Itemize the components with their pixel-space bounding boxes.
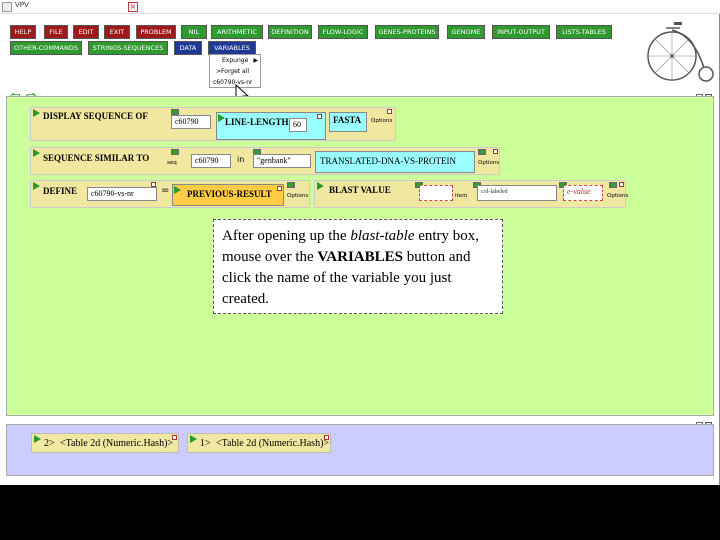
previous-result-label: PREVIOUS-RESULT — [187, 189, 272, 199]
similar-arg-field[interactable]: c60790 — [191, 154, 231, 168]
problem-button[interactable]: PROBLEM — [136, 25, 176, 39]
options-link[interactable]: Options — [478, 160, 499, 166]
definition-button[interactable]: DEFINITION — [268, 25, 312, 39]
expand-icon[interactable] — [171, 149, 179, 155]
result-index: 2> — [44, 438, 55, 449]
seq-hint: seq — [167, 160, 177, 166]
execute-arrow-icon[interactable] — [174, 186, 181, 194]
execute-arrow-icon[interactable] — [34, 435, 41, 443]
line-length-value-field[interactable]: 60 — [289, 118, 307, 132]
callout-bold: VARIABLES — [317, 249, 403, 265]
close-icon[interactable] — [493, 149, 498, 154]
execute-arrow-icon[interactable] — [190, 435, 197, 443]
define-box[interactable]: DEFINE c60790-vs-nr = PREVIOUS-RESULT Op… — [30, 180, 310, 208]
input-output-button[interactable]: INPUT-OUTPUT — [492, 25, 550, 39]
results-panel: 2> <Table 2d (Numeric.Hash)> 1> <Table 2… — [6, 424, 714, 476]
translated-dna-vs-protein-option[interactable]: TRANSLATED-DNA-VS-PROTEIN — [315, 151, 475, 173]
result-text: <Table 2d (Numeric.Hash)> — [60, 438, 174, 449]
close-icon[interactable]: × — [128, 2, 138, 12]
application-window: VPV × HELP FILE EDIT EXIT PROBLEM NIL AR… — [0, 0, 720, 485]
close-icon[interactable] — [619, 182, 624, 187]
fasta-label: FASTA — [333, 115, 362, 125]
variables-button[interactable]: VARIABLES — [208, 41, 256, 55]
item-hint: item — [455, 193, 468, 199]
screen: VPV × HELP FILE EDIT EXIT PROBLEM NIL AR… — [0, 0, 720, 540]
execute-arrow-icon[interactable] — [317, 182, 324, 190]
arithmetic-button[interactable]: ARITHMETIC — [211, 25, 263, 39]
execute-arrow-icon[interactable] — [33, 182, 40, 190]
define-label: DEFINE — [43, 186, 78, 196]
line-length-label: LINE-LENGTH — [225, 117, 289, 127]
fasta-option[interactable]: FASTA — [329, 112, 367, 132]
database-field[interactable]: "genbank" — [253, 154, 311, 168]
title-bar: VPV × — [0, 0, 720, 14]
expand-icon[interactable] — [609, 182, 617, 188]
window-title: VPV — [15, 1, 29, 9]
other-commands-button[interactable]: OTHER-COMMANDS — [10, 41, 82, 55]
help-button[interactable]: HELP — [10, 25, 36, 39]
file-button[interactable]: FILE — [44, 25, 68, 39]
submenu-arrow-icon: ▶ — [253, 57, 258, 64]
flow-logic-button[interactable]: FLOW-LOGIC — [318, 25, 368, 39]
sequence-similar-box[interactable]: SEQUENCE SIMILAR TO seq c60790 in "genba… — [30, 147, 500, 175]
blast-value-box[interactable]: BLAST VALUE item col-labeled e-value Opt… — [314, 180, 628, 208]
previous-result-value[interactable]: PREVIOUS-RESULT — [172, 184, 284, 206]
options-link[interactable]: Options — [607, 193, 628, 199]
instruction-callout: After opening up the blast-table entry b… — [213, 219, 503, 314]
blast-table-entry-field[interactable] — [419, 185, 453, 201]
execute-arrow-icon[interactable] — [33, 109, 40, 117]
execute-arrow-icon[interactable] — [218, 114, 225, 122]
e-value-field[interactable]: e-value — [563, 185, 603, 201]
expand-icon[interactable] — [478, 149, 486, 155]
close-icon[interactable] — [324, 435, 329, 440]
sequence-arg-field[interactable]: c60790 — [171, 115, 211, 129]
genes-proteins-button[interactable]: GENES-PROTEINS — [375, 25, 439, 39]
in-label: in — [237, 155, 245, 164]
genome-button[interactable]: GENOME — [447, 25, 485, 39]
result-index: 1> — [200, 438, 211, 449]
data-button[interactable]: DATA — [174, 41, 202, 55]
translated-label: TRANSLATED-DNA-VS-PROTEIN — [320, 156, 456, 166]
close-icon[interactable] — [317, 114, 322, 119]
column-field[interactable]: col-labeled — [477, 185, 557, 201]
equals-sign: = — [161, 185, 170, 196]
execute-arrow-icon[interactable] — [33, 149, 40, 157]
callout-italic: blast-table — [350, 228, 415, 244]
nil-button[interactable]: NIL — [181, 25, 207, 39]
close-icon[interactable] — [387, 109, 392, 114]
strings-sequences-button[interactable]: STRINGS-SEQUENCES — [88, 41, 168, 55]
variables-dropdown: Expunge ▶ >Forget all c60790-vs-nr — [209, 54, 261, 88]
result-text: <Table 2d (Numeric.Hash)> — [216, 438, 330, 449]
forget-all-menu-item[interactable]: >Forget all — [216, 68, 249, 75]
callout-text-1: After opening up the — [222, 228, 351, 244]
close-icon[interactable] — [151, 182, 156, 187]
app-icon — [2, 2, 12, 12]
close-icon[interactable] — [277, 186, 282, 191]
expunge-menu-item[interactable]: Expunge — [222, 57, 248, 64]
variable-name-field[interactable]: c60790-vs-nr — [87, 187, 157, 201]
edit-button[interactable]: EDIT — [73, 25, 99, 39]
penny-farthing-logo-icon — [647, 22, 714, 82]
sequence-similar-label: SEQUENCE SIMILAR TO — [43, 153, 150, 163]
exit-button[interactable]: EXIT — [104, 25, 130, 39]
options-link[interactable]: Options — [287, 193, 308, 199]
expand-icon[interactable] — [287, 182, 295, 188]
result-item[interactable]: 1> <Table 2d (Numeric.Hash)> — [187, 433, 331, 453]
lists-tables-button[interactable]: LISTS-TABLES — [556, 25, 612, 39]
line-length-option[interactable]: LINE-LENGTH 60 — [216, 112, 326, 140]
close-icon[interactable] — [172, 435, 177, 440]
result-item[interactable]: 2> <Table 2d (Numeric.Hash)> — [31, 433, 179, 453]
display-sequence-box[interactable]: DISPLAY SEQUENCE OF c60790 LINE-LENGTH 6… — [30, 107, 396, 141]
blast-value-label: BLAST VALUE — [329, 185, 391, 195]
options-link[interactable]: Options — [371, 118, 392, 124]
display-sequence-label: DISPLAY SEQUENCE OF — [43, 111, 148, 121]
